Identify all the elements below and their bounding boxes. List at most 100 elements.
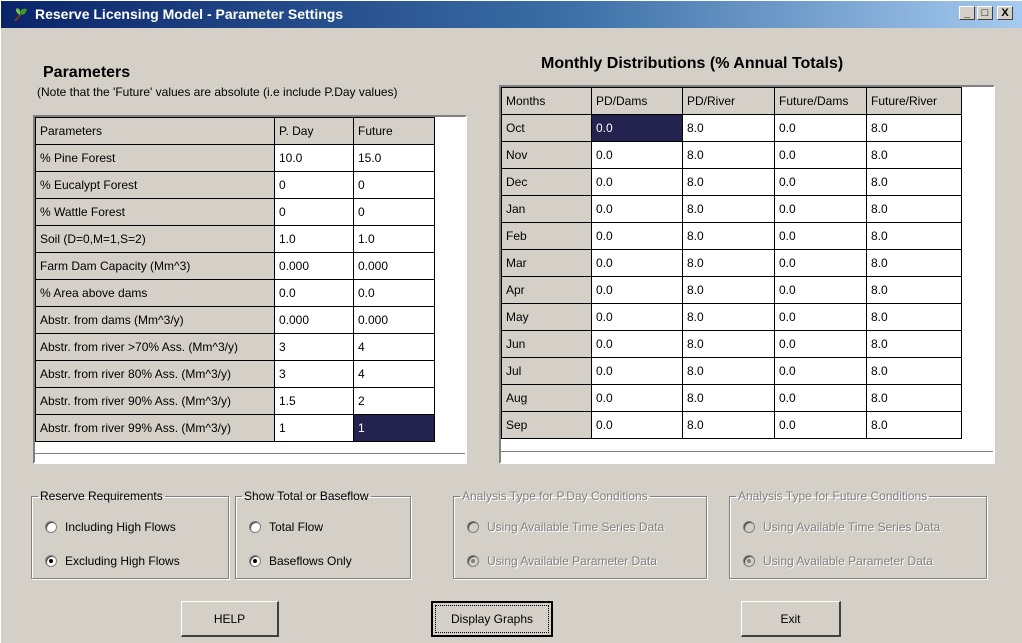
pd-dams-cell[interactable]: 0.0 bbox=[591, 141, 683, 169]
parameters-grid[interactable]: Parameters P. Day Future % Pine Forest 10… bbox=[33, 115, 467, 464]
future-river-cell[interactable]: 8.0 bbox=[866, 330, 962, 358]
pd-dams-cell-selected[interactable]: 0.0 bbox=[591, 114, 683, 142]
future-dams-cell[interactable]: 0.0 bbox=[774, 141, 867, 169]
future-dams-cell[interactable]: 0.0 bbox=[774, 384, 867, 412]
future-dams-cell[interactable]: 0.0 bbox=[774, 114, 867, 142]
pd-river-cell[interactable]: 8.0 bbox=[682, 384, 775, 412]
future-river-cell[interactable]: 8.0 bbox=[866, 411, 962, 439]
pd-dams-cell[interactable]: 0.0 bbox=[591, 303, 683, 331]
future-dams-cell[interactable]: 0.0 bbox=[774, 195, 867, 223]
pd-dams-cell[interactable]: 0.0 bbox=[591, 222, 683, 250]
radio-pday-parameter-data[interactable]: Using Available Parameter Data bbox=[467, 554, 657, 568]
pd-dams-cell[interactable]: 0.0 bbox=[591, 195, 683, 223]
future-dams-cell[interactable]: 0.0 bbox=[774, 411, 867, 439]
radio-excluding-high-flows[interactable]: Excluding High Flows bbox=[45, 554, 180, 568]
future-cell[interactable]: 4 bbox=[353, 333, 435, 361]
future-dams-cell[interactable]: 0.0 bbox=[774, 249, 867, 277]
pd-river-cell[interactable]: 8.0 bbox=[682, 330, 775, 358]
title-bar[interactable]: Reserve Licensing Model - Parameter Sett… bbox=[1, 1, 1022, 28]
row-header: % Eucalypt Forest bbox=[35, 171, 275, 199]
pd-river-cell[interactable]: 8.0 bbox=[682, 249, 775, 277]
close-button[interactable]: X bbox=[997, 6, 1013, 20]
pd-dams-cell[interactable]: 0.0 bbox=[591, 330, 683, 358]
table-row: Oct 0.0 8.0 0.0 8.0 bbox=[501, 114, 962, 142]
pd-river-cell[interactable]: 8.0 bbox=[682, 141, 775, 169]
pd-river-cell[interactable]: 8.0 bbox=[682, 357, 775, 385]
future-dams-cell[interactable]: 0.0 bbox=[774, 168, 867, 196]
future-cell[interactable]: 0 bbox=[353, 198, 435, 226]
future-cell[interactable]: 0 bbox=[353, 171, 435, 199]
future-cell[interactable]: 0.000 bbox=[353, 306, 435, 334]
pday-cell[interactable]: 1.5 bbox=[274, 387, 354, 415]
pd-dams-cell[interactable]: 0.0 bbox=[591, 168, 683, 196]
table-row: Jul 0.0 8.0 0.0 8.0 bbox=[501, 357, 962, 385]
pday-cell[interactable]: 0 bbox=[274, 198, 354, 226]
pd-dams-cell[interactable]: 0.0 bbox=[591, 249, 683, 277]
radio-future-time-series[interactable]: Using Available Time Series Data bbox=[743, 520, 940, 534]
future-river-cell[interactable]: 8.0 bbox=[866, 384, 962, 412]
future-river-cell[interactable]: 8.0 bbox=[866, 276, 962, 304]
pd-river-col-header: PD/River bbox=[682, 87, 775, 115]
pd-river-cell[interactable]: 8.0 bbox=[682, 168, 775, 196]
future-river-cell[interactable]: 8.0 bbox=[866, 222, 962, 250]
display-graphs-button[interactable]: Display Graphs bbox=[431, 601, 553, 637]
window-title: Reserve Licensing Model - Parameter Sett… bbox=[35, 6, 344, 22]
future-dams-cell[interactable]: 0.0 bbox=[774, 222, 867, 250]
radio-including-high-flows[interactable]: Including High Flows bbox=[45, 520, 176, 534]
pday-cell[interactable]: 3 bbox=[274, 333, 354, 361]
future-river-cell[interactable]: 8.0 bbox=[866, 357, 962, 385]
future-river-cell[interactable]: 8.0 bbox=[866, 303, 962, 331]
radio-total-flow[interactable]: Total Flow bbox=[249, 520, 323, 534]
future-cell[interactable]: 0.000 bbox=[353, 252, 435, 280]
pday-cell[interactable]: 3 bbox=[274, 360, 354, 388]
radio-baseflows-only[interactable]: Baseflows Only bbox=[249, 554, 352, 568]
month-label: Jun bbox=[501, 330, 592, 358]
maximize-button[interactable]: □ bbox=[977, 6, 993, 20]
pd-dams-cell[interactable]: 0.0 bbox=[591, 357, 683, 385]
future-cell[interactable]: 1.0 bbox=[353, 225, 435, 253]
monthly-grid[interactable]: Months PD/Dams PD/River Future/Dams Futu… bbox=[499, 85, 995, 464]
future-dams-cell[interactable]: 0.0 bbox=[774, 357, 867, 385]
pday-cell[interactable]: 10.0 bbox=[274, 144, 354, 172]
pd-river-cell[interactable]: 8.0 bbox=[682, 411, 775, 439]
help-button[interactable]: HELP bbox=[181, 601, 279, 637]
table-row: Abstr. from river 90% Ass. (Mm^3/y) 1.5 2 bbox=[35, 387, 435, 415]
table-row: Feb 0.0 8.0 0.0 8.0 bbox=[501, 222, 962, 250]
pd-dams-cell[interactable]: 0.0 bbox=[591, 411, 683, 439]
pday-cell[interactable]: 0.0 bbox=[274, 279, 354, 307]
minimize-button[interactable]: _ bbox=[959, 6, 975, 20]
future-river-cell[interactable]: 8.0 bbox=[866, 195, 962, 223]
row-header: % Wattle Forest bbox=[35, 198, 275, 226]
table-row: Apr 0.0 8.0 0.0 8.0 bbox=[501, 276, 962, 304]
pday-cell[interactable]: 0 bbox=[274, 171, 354, 199]
pd-river-cell[interactable]: 8.0 bbox=[682, 114, 775, 142]
pd-dams-col-header: PD/Dams bbox=[591, 87, 683, 115]
pday-cell[interactable]: 0.000 bbox=[274, 306, 354, 334]
future-cell[interactable]: 2 bbox=[353, 387, 435, 415]
exit-button[interactable]: Exit bbox=[741, 601, 841, 637]
radio-pday-time-series[interactable]: Using Available Time Series Data bbox=[467, 520, 664, 534]
radio-future-parameter-data[interactable]: Using Available Parameter Data bbox=[743, 554, 933, 568]
pd-dams-cell[interactable]: 0.0 bbox=[591, 384, 683, 412]
future-cell-selected[interactable]: 1 bbox=[353, 414, 435, 442]
month-label: Sep bbox=[501, 411, 592, 439]
future-dams-cell[interactable]: 0.0 bbox=[774, 276, 867, 304]
radio-label: Including High Flows bbox=[65, 520, 176, 534]
pday-cell[interactable]: 1.0 bbox=[274, 225, 354, 253]
future-river-cell[interactable]: 8.0 bbox=[866, 168, 962, 196]
future-river-cell[interactable]: 8.0 bbox=[866, 249, 962, 277]
future-dams-cell[interactable]: 0.0 bbox=[774, 330, 867, 358]
pd-river-cell[interactable]: 8.0 bbox=[682, 195, 775, 223]
future-cell[interactable]: 15.0 bbox=[353, 144, 435, 172]
pd-river-cell[interactable]: 8.0 bbox=[682, 303, 775, 331]
future-river-cell[interactable]: 8.0 bbox=[866, 114, 962, 142]
future-cell[interactable]: 0.0 bbox=[353, 279, 435, 307]
future-cell[interactable]: 4 bbox=[353, 360, 435, 388]
future-dams-cell[interactable]: 0.0 bbox=[774, 303, 867, 331]
future-river-cell[interactable]: 8.0 bbox=[866, 141, 962, 169]
pd-river-cell[interactable]: 8.0 bbox=[682, 222, 775, 250]
pd-river-cell[interactable]: 8.0 bbox=[682, 276, 775, 304]
pday-cell[interactable]: 0.000 bbox=[274, 252, 354, 280]
pd-dams-cell[interactable]: 0.0 bbox=[591, 276, 683, 304]
pday-cell[interactable]: 1 bbox=[274, 414, 354, 442]
